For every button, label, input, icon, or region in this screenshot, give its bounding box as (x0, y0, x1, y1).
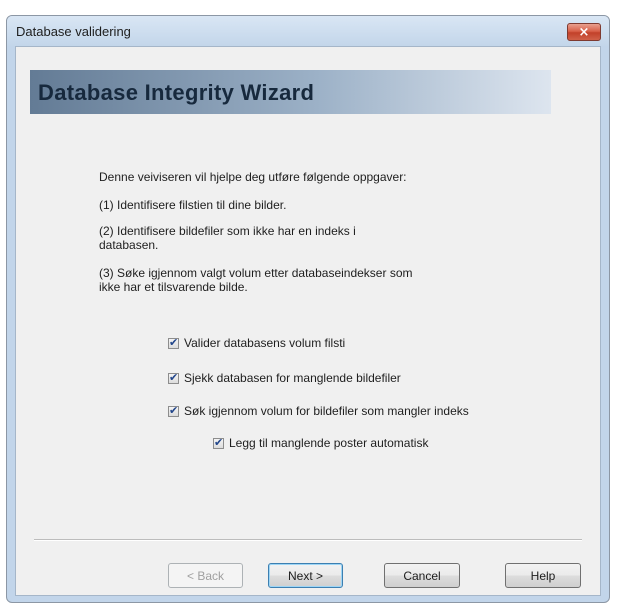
window-title: Database validering (16, 24, 131, 39)
task-1: (1) Identifisere filstien til dine bilde… (99, 198, 287, 212)
close-button[interactable]: × (567, 23, 601, 41)
help-button[interactable]: Help (505, 563, 581, 588)
option-label: Valider databasens volum filsti (184, 336, 346, 350)
task-2-line-2: databasen. (99, 238, 159, 252)
checkbox-checked-icon[interactable] (168, 336, 179, 349)
option-auto-add-records[interactable]: Legg til manglende poster automatisk (213, 436, 428, 450)
option-check-missing-images[interactable]: Sjekk databasen for manglende bildefiler (168, 371, 401, 385)
option-label: Sjekk databasen for manglende bildefiler (184, 371, 401, 385)
footer-divider (34, 539, 582, 541)
wizard-banner: Database Integrity Wizard (30, 70, 551, 114)
title-bar[interactable]: Database validering × (7, 16, 609, 46)
intro-lead: Denne veiviseren vil hjelpe deg utføre f… (99, 170, 407, 184)
task-2-line-1: (2) Identifisere bildefiler som ikke har… (99, 224, 356, 238)
option-label: Søk igjennom volum for bildefiler som ma… (184, 404, 469, 418)
task-3-line-2: ikke har et tilsvarende bilde. (99, 280, 248, 294)
dialog-content: Database Integrity Wizard Denne veiviser… (15, 46, 601, 596)
task-3-line-1: (3) Søke igjennom valgt volum etter data… (99, 266, 413, 280)
checkbox-checked-icon[interactable] (168, 404, 179, 417)
cancel-button[interactable]: Cancel (384, 563, 460, 588)
dialog-window: Database validering × Database Integrity… (6, 15, 610, 603)
wizard-title: Database Integrity Wizard (38, 80, 315, 105)
option-label: Legg til manglende poster automatisk (229, 436, 429, 450)
option-validate-volume-path[interactable]: Valider databasens volum filsti (168, 336, 345, 350)
option-search-unindexed[interactable]: Søk igjennom volum for bildefiler som ma… (168, 404, 469, 418)
checkbox-checked-icon[interactable] (213, 436, 224, 449)
next-button[interactable]: Next > (268, 563, 343, 588)
checkbox-checked-icon[interactable] (168, 371, 179, 384)
close-icon: × (578, 24, 590, 40)
back-button[interactable]: < Back (168, 563, 243, 588)
